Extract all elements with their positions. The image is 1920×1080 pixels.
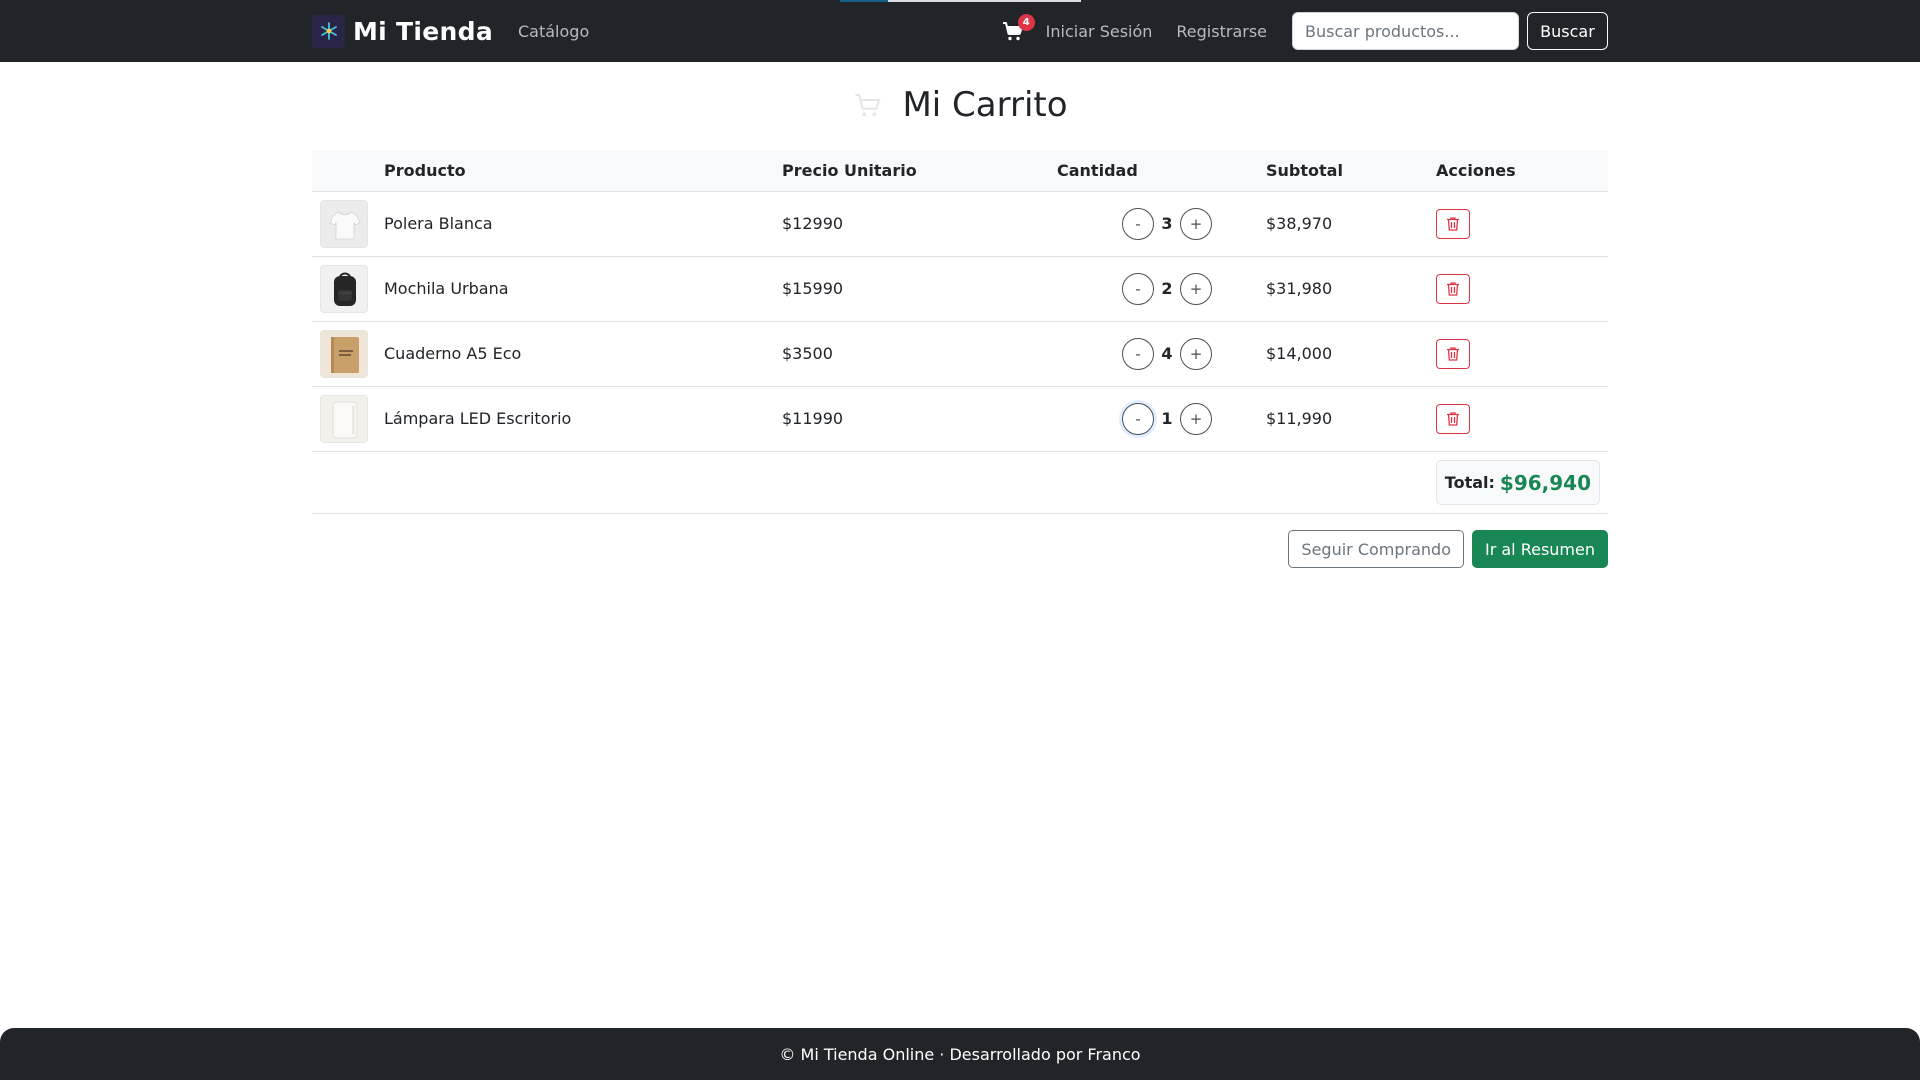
increment-button[interactable]: +	[1180, 207, 1212, 240]
trash-icon	[1447, 346, 1459, 361]
delete-button[interactable]	[1436, 338, 1470, 369]
trash-icon	[1447, 281, 1459, 296]
increment-button[interactable]: +	[1180, 337, 1212, 370]
backpack-thumb	[320, 264, 368, 313]
table-row: Cuaderno A5 Eco $3500 - 4 + $14,000	[312, 321, 1608, 387]
product-name: Cuaderno A5 Eco	[384, 321, 782, 387]
quantity-stepper: - 4 +	[1057, 337, 1266, 370]
nav-login-link[interactable]: Iniciar Sesión	[1046, 22, 1153, 41]
header-actions: Acciones	[1436, 150, 1608, 192]
footer-text: © Mi Tienda Online · Desarrollado por Fr…	[779, 1044, 1141, 1064]
quantity-value: 3	[1161, 214, 1173, 233]
cart-table: Producto Precio Unitario Cantidad Subtot…	[312, 150, 1608, 452]
tshirt-thumb	[320, 199, 368, 248]
decrement-button[interactable]: -	[1122, 272, 1154, 305]
product-subtotal: $38,970	[1266, 191, 1436, 257]
brand-name: Mi Tienda	[353, 16, 493, 46]
header-unit-price: Precio Unitario	[782, 150, 1057, 192]
table-header-row: Producto Precio Unitario Cantidad Subtot…	[312, 150, 1608, 192]
cart-count-badge: 4	[1017, 14, 1035, 31]
notebook-thumb	[320, 329, 368, 378]
nav-register-link[interactable]: Registrarse	[1176, 22, 1267, 41]
table-row: Lámpara LED Escritorio $11990 - 1 + $11,…	[312, 386, 1608, 452]
continue-shopping-button[interactable]: Seguir Comprando	[1288, 530, 1464, 568]
logo-icon	[312, 14, 345, 48]
product-subtotal: $14,000	[1266, 321, 1436, 387]
search-button[interactable]: Buscar	[1527, 12, 1608, 50]
footer: © Mi Tienda Online · Desarrollado por Fr…	[0, 1028, 1920, 1080]
product-price: $11990	[782, 386, 1057, 452]
cart-icon	[852, 89, 884, 121]
product-price: $15990	[782, 256, 1057, 322]
increment-button[interactable]: +	[1180, 272, 1212, 305]
decrement-button[interactable]: -	[1122, 337, 1154, 370]
nav-catalog-link[interactable]: Catálogo	[518, 22, 589, 41]
total-value: $96,940	[1499, 470, 1591, 495]
delete-button[interactable]	[1436, 208, 1470, 239]
decrement-button[interactable]: -	[1122, 207, 1154, 240]
total-row: Total: $96,940	[312, 451, 1608, 514]
go-to-summary-button[interactable]: Ir al Resumen	[1471, 530, 1608, 568]
quantity-value: 1	[1161, 409, 1173, 428]
total-box: Total: $96,940	[1435, 460, 1600, 505]
trash-icon	[1447, 216, 1459, 231]
header-image	[312, 150, 384, 192]
brand-link[interactable]: Mi Tienda	[312, 14, 493, 48]
delete-button[interactable]	[1436, 403, 1470, 434]
page-header: Mi Carrito	[0, 80, 1920, 130]
lamp-thumb	[320, 394, 368, 443]
decrement-button[interactable]: -	[1122, 402, 1154, 435]
navbar-inner: Mi Tienda Catálogo 4 Iniciar Sesión Regi…	[312, 0, 1608, 62]
table-row: Mochila Urbana $15990 - 2 + $31,980	[312, 256, 1608, 322]
quantity-stepper: - 1 +	[1057, 402, 1266, 435]
trash-icon	[1447, 411, 1459, 426]
cart-actions: Seguir Comprando Ir al Resumen	[312, 530, 1608, 568]
increment-button[interactable]: +	[1180, 402, 1212, 435]
quantity-stepper: - 2 +	[1057, 272, 1266, 305]
quantity-value: 2	[1161, 279, 1173, 298]
quantity-stepper: - 3 +	[1057, 207, 1266, 240]
product-name: Polera Blanca	[384, 191, 782, 257]
header-quantity: Cantidad	[1057, 150, 1266, 192]
search-input[interactable]	[1292, 12, 1519, 50]
header-subtotal: Subtotal	[1266, 150, 1436, 192]
product-subtotal: $31,980	[1266, 256, 1436, 322]
navbar: Mi Tienda Catálogo 4 Iniciar Sesión Regi…	[0, 0, 1920, 62]
header-product: Producto	[384, 150, 782, 192]
delete-button[interactable]	[1436, 273, 1470, 304]
product-subtotal: $11,990	[1266, 386, 1436, 452]
table-row: Polera Blanca $12990 - 3 + $38,970	[312, 191, 1608, 257]
cart-button[interactable]: 4	[999, 14, 1035, 46]
quantity-value: 4	[1161, 344, 1173, 363]
total-label: Total:	[1444, 473, 1495, 492]
page-title: Mi Carrito	[902, 85, 1068, 125]
product-price: $3500	[782, 321, 1057, 387]
product-price: $12990	[782, 191, 1057, 257]
product-name: Mochila Urbana	[384, 256, 782, 322]
product-name: Lámpara LED Escritorio	[384, 386, 782, 452]
